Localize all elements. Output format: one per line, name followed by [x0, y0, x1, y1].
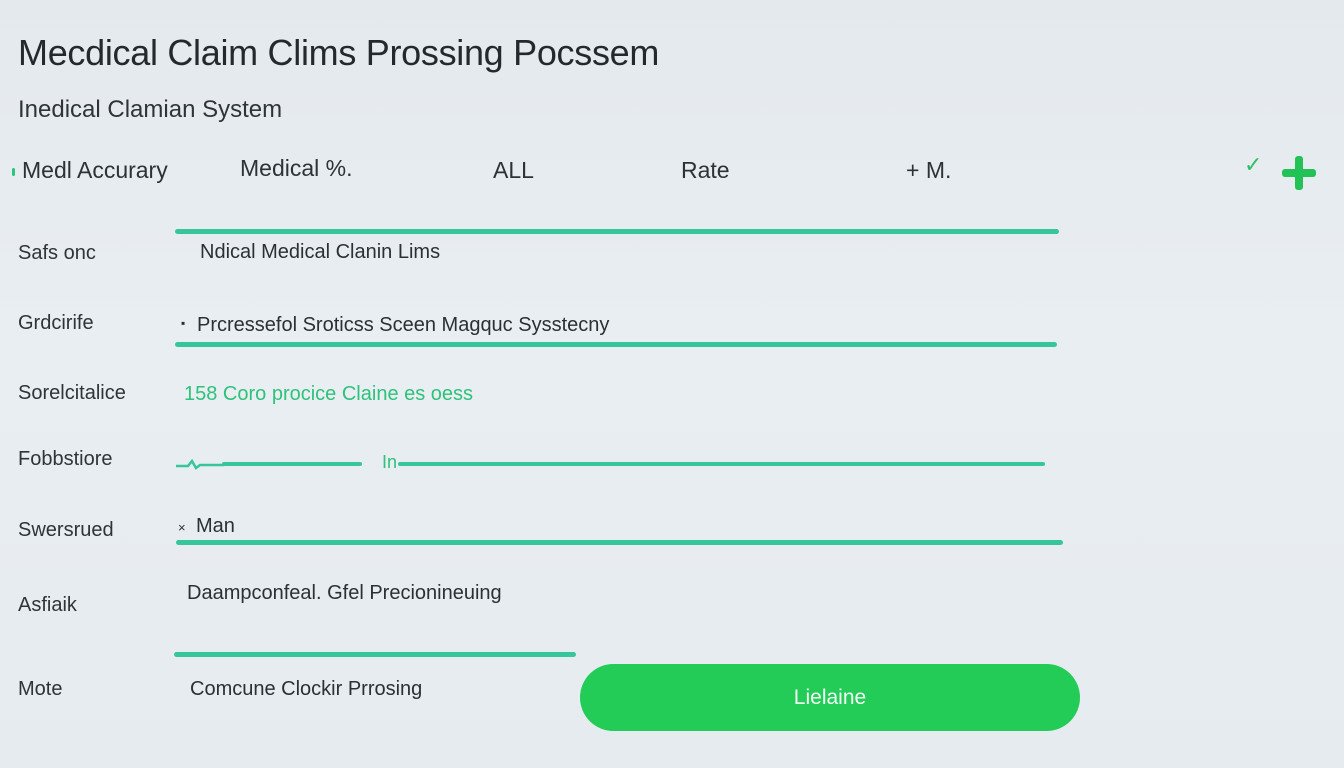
- tab-medl-accurary[interactable]: Medl Accurary: [22, 157, 168, 184]
- tabs-underline: [175, 229, 1059, 234]
- row-label-grdcirife: Grdcirife: [18, 312, 94, 334]
- progress-track: [398, 462, 1045, 466]
- page-subtitle: Inedical Clamian System: [18, 96, 283, 123]
- row-label-sorelcitalice: Sorelcitalice: [18, 382, 126, 404]
- field-processing-system[interactable]: Prcressefol Sroticss Sceen Magquc Sysste…: [197, 314, 609, 337]
- check-icon[interactable]: ✓: [1244, 154, 1262, 176]
- tab-active-indicator: [12, 168, 15, 176]
- progress-segment: [222, 462, 362, 466]
- clear-icon[interactable]: ×: [178, 520, 186, 535]
- tab-add-m[interactable]: + M.: [906, 157, 951, 184]
- page-title: Mecdical Claim Clims Prossing Pocssem: [18, 32, 660, 73]
- field-man[interactable]: Man: [196, 515, 235, 538]
- submit-button-label: Lielaine: [793, 685, 867, 709]
- row-label-swersrued: Swersrued: [18, 519, 114, 541]
- plus-icon[interactable]: [1282, 156, 1316, 190]
- field-claim-lims[interactable]: Ndical Medical Clanin Lims: [200, 241, 440, 264]
- submit-button[interactable]: Lielaine: [580, 664, 1080, 731]
- row-label-asfiaik: Asfiaik: [18, 594, 77, 616]
- field-prefix-marker: ▪: [181, 316, 186, 330]
- field-underline: [176, 540, 1063, 545]
- field-precionineuing[interactable]: Daampconfeal. Gfel Precionineuing: [187, 582, 502, 605]
- claims-count-text: 158 Coro procice Claine es oess: [184, 383, 474, 405]
- field-underline: [174, 652, 576, 657]
- field-clockir-prrosing[interactable]: Comcune Clockir Prrosing: [190, 678, 422, 701]
- tab-rate[interactable]: Rate: [681, 157, 730, 184]
- tab-all[interactable]: ALL: [493, 157, 534, 184]
- row-label-mote: Mote: [18, 678, 63, 700]
- waveform-icon: [176, 458, 224, 470]
- field-in-marker: In: [382, 452, 398, 472]
- row-label-fobbstiore: Fobbstiore: [18, 448, 113, 470]
- field-underline: [175, 342, 1057, 347]
- row-label-safs-onc: Safs onc: [18, 242, 96, 264]
- tab-medical-percent[interactable]: Medical %.: [240, 155, 352, 182]
